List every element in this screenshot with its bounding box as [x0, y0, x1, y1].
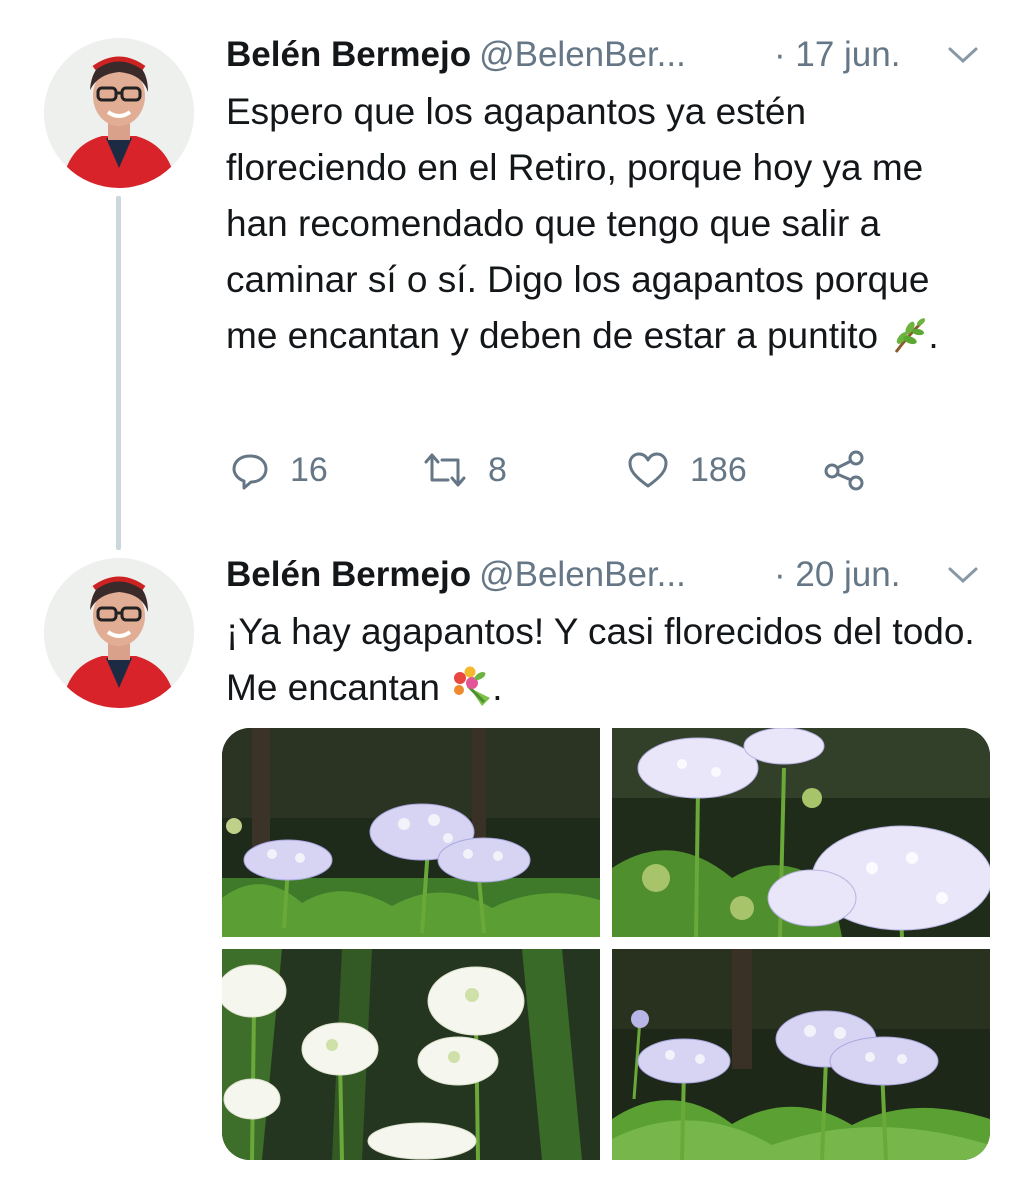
chevron-down-icon[interactable] — [946, 44, 980, 66]
tweet-header: Belén Bermejo @BelenBer... · 20 jun. — [226, 550, 980, 600]
thread-connector-line — [116, 196, 121, 550]
herb-emoji — [888, 316, 928, 372]
share-icon — [824, 450, 864, 491]
retweet-icon — [424, 453, 466, 487]
tweet-date[interactable]: · 17 jun. — [774, 30, 900, 80]
agapanthus-photo-2[interactable] — [612, 728, 990, 937]
photo-grid[interactable] — [222, 728, 990, 1160]
author-name[interactable]: Belén Bermejo — [226, 555, 471, 594]
chevron-down-icon[interactable] — [946, 564, 980, 586]
tweet-actions: 16 8 186 — [226, 442, 926, 498]
reply-icon — [232, 454, 268, 490]
tweet-text: Espero que los agapantos ya estén florec… — [226, 84, 986, 372]
author-handle[interactable]: @BelenBer... — [479, 555, 686, 594]
avatar[interactable] — [44, 558, 194, 708]
author-name[interactable]: Belén Bermejo — [226, 35, 471, 74]
avatar[interactable] — [44, 38, 194, 188]
tweet-text-end: . — [492, 667, 503, 708]
like-icon — [628, 452, 668, 488]
tweet-date[interactable]: · 20 jun. — [774, 550, 900, 600]
reply-count: 16 — [290, 450, 328, 489]
like-button[interactable]: 186 — [626, 442, 747, 498]
agapanthus-photo-4[interactable] — [612, 949, 990, 1160]
reply-button[interactable]: 16 — [230, 442, 328, 498]
tweet-text: ¡Ya hay agapantos! Y casi florecidos del… — [226, 604, 986, 724]
author-handle[interactable]: @BelenBer... — [479, 35, 686, 74]
agapanthus-photo-1[interactable] — [222, 728, 600, 937]
like-count: 186 — [690, 450, 747, 489]
share-button[interactable] — [822, 442, 888, 498]
retweet-button[interactable]: 8 — [422, 442, 507, 498]
bouquet-emoji — [450, 666, 492, 724]
agapanthus-photo-3[interactable] — [222, 949, 600, 1160]
tweet-header: Belén Bermejo @BelenBer... · 17 jun. — [226, 30, 980, 80]
tweet-text-end: . — [928, 315, 939, 356]
retweet-count: 8 — [488, 450, 507, 489]
tweet-text-body: ¡Ya hay agapantos! Y casi florecidos del… — [226, 611, 975, 708]
tweet-text-body: Espero que los agapantos ya estén florec… — [226, 91, 930, 356]
